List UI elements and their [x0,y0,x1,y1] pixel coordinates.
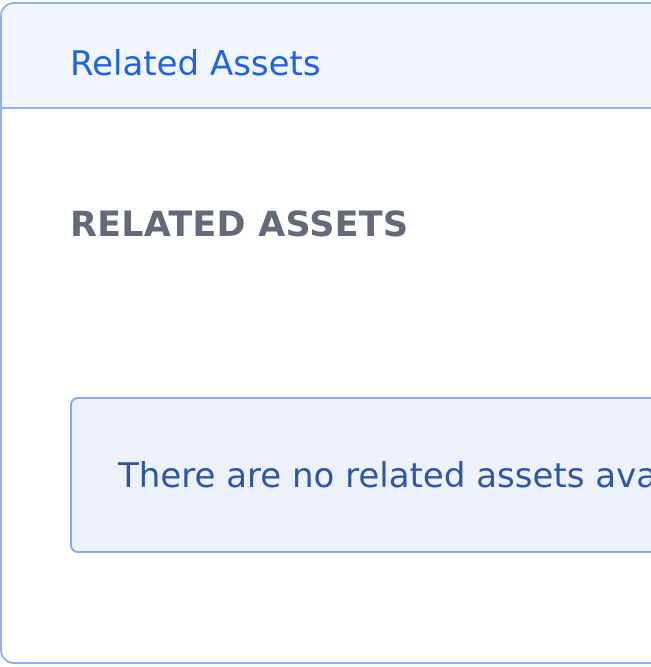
panel-header: Related Assets [2,4,651,109]
panel-header-title: Related Assets [70,44,321,84]
empty-state-message: There are no related assets available [118,456,651,496]
empty-state-alert: There are no related assets available [70,397,651,553]
section-title: RELATED ASSETS [70,205,409,245]
related-assets-panel: Related Assets RELATED ASSETS There are … [0,2,651,664]
